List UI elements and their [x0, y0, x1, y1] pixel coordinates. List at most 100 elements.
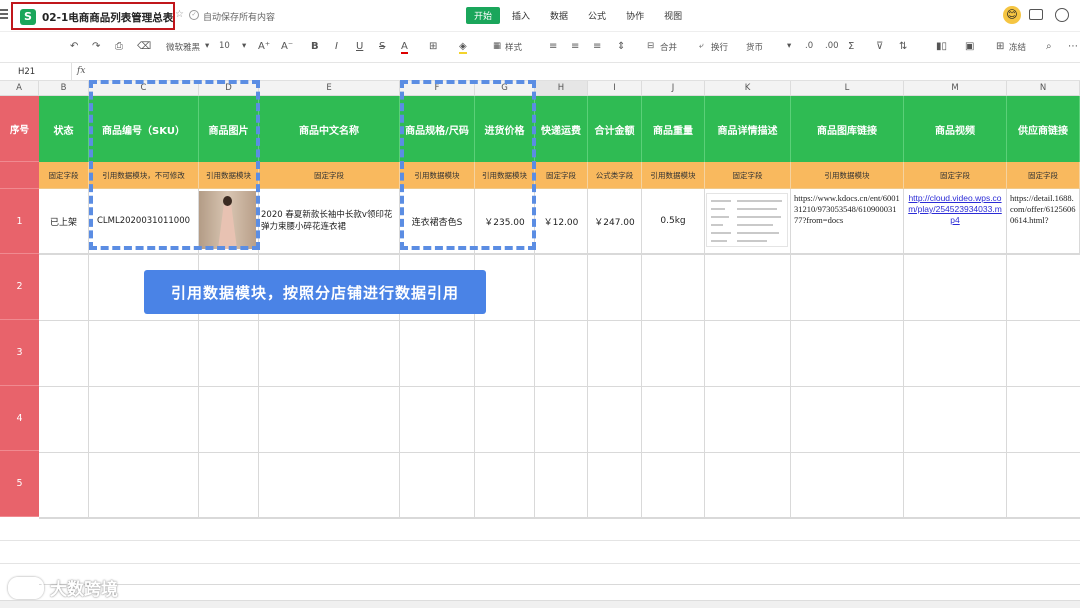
type-shipping-cell[interactable]: 固定字段	[535, 162, 588, 189]
more-icon[interactable]: ⋯	[1068, 41, 1078, 52]
header-detail-cell[interactable]: 商品详情描述	[705, 96, 791, 162]
search-icon[interactable]: ⌕	[1046, 41, 1052, 52]
column-header-a[interactable]: A	[0, 81, 39, 96]
increase-font-icon[interactable]: A⁺	[258, 41, 270, 52]
header-supplier-cell[interactable]: 供应商链接	[1007, 96, 1080, 162]
header-total-cell[interactable]: 合计金额	[588, 96, 642, 162]
user-avatar[interactable]: 😊	[1003, 6, 1021, 24]
column-header-h[interactable]: H	[535, 81, 588, 96]
image-icon[interactable]: ▣	[965, 41, 974, 52]
align-center-icon[interactable]: ≡	[571, 41, 579, 52]
header-seq-cell[interactable]: 序号	[0, 96, 39, 162]
row-number-2[interactable]: 2	[0, 254, 39, 320]
italic-icon[interactable]: I	[335, 41, 338, 52]
number-format-select[interactable]: 货币	[746, 41, 763, 53]
header-gallery-cell[interactable]: 商品图库链接	[791, 96, 904, 162]
type-total-cell[interactable]: 公式类字段	[588, 162, 642, 189]
function-icon[interactable]: fx	[77, 66, 85, 76]
filter-icon[interactable]: ⊽	[876, 41, 883, 52]
menu-icon[interactable]	[0, 9, 8, 21]
type-row-label-cell[interactable]	[0, 162, 39, 189]
tab-start[interactable]: 开始	[466, 7, 501, 24]
grid-row-line	[39, 517, 1080, 518]
increase-decimal-icon[interactable]: .00	[825, 41, 839, 51]
redo-icon[interactable]: ↷	[92, 41, 100, 52]
decrease-font-icon[interactable]: A⁻	[281, 41, 293, 52]
bold-icon[interactable]: B	[311, 41, 319, 52]
header-video-cell[interactable]: 商品视频	[904, 96, 1007, 162]
column-header-b[interactable]: B	[39, 81, 89, 96]
border-icon[interactable]: ⊞	[429, 41, 437, 52]
type-gallery-cell[interactable]: 引用数据模块	[791, 162, 904, 189]
type-detail-cell[interactable]: 固定字段	[705, 162, 791, 189]
undo-icon[interactable]: ↶	[70, 41, 78, 52]
freeze-button[interactable]: 冻结	[1009, 41, 1026, 53]
header-name-cell[interactable]: 商品中文名称	[259, 96, 400, 162]
row-number-5[interactable]: 5	[0, 451, 39, 517]
column-header-m[interactable]: M	[904, 81, 1007, 96]
detail-thumbnail[interactable]	[706, 193, 788, 247]
tab-view[interactable]: 视图	[656, 7, 690, 24]
align-left-icon[interactable]: ≡	[549, 41, 557, 52]
vertical-align-icon[interactable]: ⇕	[617, 41, 625, 52]
supplier-link-cell[interactable]: https://detail.1688.com/offer/6125606061…	[1007, 189, 1080, 254]
type-name-cell[interactable]: 固定字段	[259, 162, 400, 189]
cell-style-icon[interactable]: ▦	[493, 41, 501, 51]
column-header-n[interactable]: N	[1007, 81, 1080, 96]
column-header-k[interactable]: K	[705, 81, 791, 96]
history-icon[interactable]	[1055, 8, 1069, 22]
type-supplier-cell[interactable]: 固定字段	[1007, 162, 1080, 189]
product-name-cell[interactable]: 2020 春夏新款长袖中长款v领印花弹力束腰小碎花连衣裙	[259, 189, 400, 254]
row-number-3[interactable]: 3	[0, 320, 39, 386]
status-cell[interactable]: 已上架	[39, 189, 89, 254]
column-header-e[interactable]: E	[259, 81, 400, 96]
tab-formula[interactable]: 公式	[580, 7, 614, 24]
doc-title[interactable]: 02-1电商商品列表管理总表	[42, 10, 173, 25]
row-number-1[interactable]: 1	[0, 189, 39, 254]
video-meeting-icon[interactable]	[1029, 9, 1043, 20]
freeze-icon[interactable]: ⊞	[996, 41, 1004, 52]
chevron-down-icon[interactable]: ▾	[242, 41, 246, 51]
font-size-select[interactable]: 10	[219, 41, 230, 51]
tab-insert[interactable]: 插入	[504, 7, 538, 24]
format-painter-icon[interactable]: ⎙	[115, 41, 123, 52]
fill-color-icon[interactable]: ◈	[459, 41, 467, 54]
type-video-cell[interactable]: 固定字段	[904, 162, 1007, 189]
chevron-down-icon[interactable]: ▾	[787, 41, 791, 51]
font-color-icon[interactable]: A	[401, 41, 408, 54]
sum-icon[interactable]: Σ	[848, 41, 854, 52]
underline-icon[interactable]: U	[356, 41, 363, 52]
star-icon[interactable]: ☆	[175, 9, 184, 20]
tab-data[interactable]: 数据	[542, 7, 576, 24]
sort-icon[interactable]: ⇅	[899, 41, 907, 52]
header-status-cell[interactable]: 状态	[39, 96, 89, 162]
chevron-down-icon[interactable]: ▾	[205, 41, 209, 51]
shipping-cell[interactable]: ￥12.00	[535, 189, 588, 254]
font-family-select[interactable]: 微软雅黑	[166, 41, 200, 53]
column-header-j[interactable]: J	[642, 81, 705, 96]
cell-style-button[interactable]: 样式	[505, 41, 522, 53]
clear-format-icon[interactable]: ⌫	[137, 41, 151, 52]
weight-cell[interactable]: 0.5kg	[642, 189, 705, 254]
header-shipping-cell[interactable]: 快递运费	[535, 96, 588, 162]
align-right-icon[interactable]: ≡	[593, 41, 601, 52]
type-weight-cell[interactable]: 引用数据模块	[642, 162, 705, 189]
merge-button[interactable]: 合并	[660, 41, 677, 53]
highlight-box-spec-price	[400, 80, 536, 250]
wrap-icon[interactable]: ⤶	[699, 41, 704, 51]
video-link-cell[interactable]: http://cloud.video.wps.com/play/25452393…	[904, 189, 1007, 254]
row-number-4[interactable]: 4	[0, 386, 39, 451]
header-weight-cell[interactable]: 商品重量	[642, 96, 705, 162]
total-cell[interactable]: ￥247.00	[588, 189, 642, 254]
column-header-i[interactable]: I	[588, 81, 642, 96]
cell-reference-box[interactable]: H21	[0, 63, 72, 81]
decrease-decimal-icon[interactable]: .0	[805, 41, 813, 51]
tab-collaborate[interactable]: 协作	[618, 7, 652, 24]
chart-icon[interactable]: ▮▯	[936, 41, 947, 52]
merge-icon[interactable]: ⊟	[647, 41, 654, 51]
type-status-cell[interactable]: 固定字段	[39, 162, 89, 189]
wrap-button[interactable]: 换行	[711, 41, 728, 53]
column-header-l[interactable]: L	[791, 81, 904, 96]
strikethrough-icon[interactable]: S	[379, 41, 385, 52]
gallery-link-cell[interactable]: https://www.kdocs.cn/ent/600131210/97305…	[791, 189, 904, 254]
